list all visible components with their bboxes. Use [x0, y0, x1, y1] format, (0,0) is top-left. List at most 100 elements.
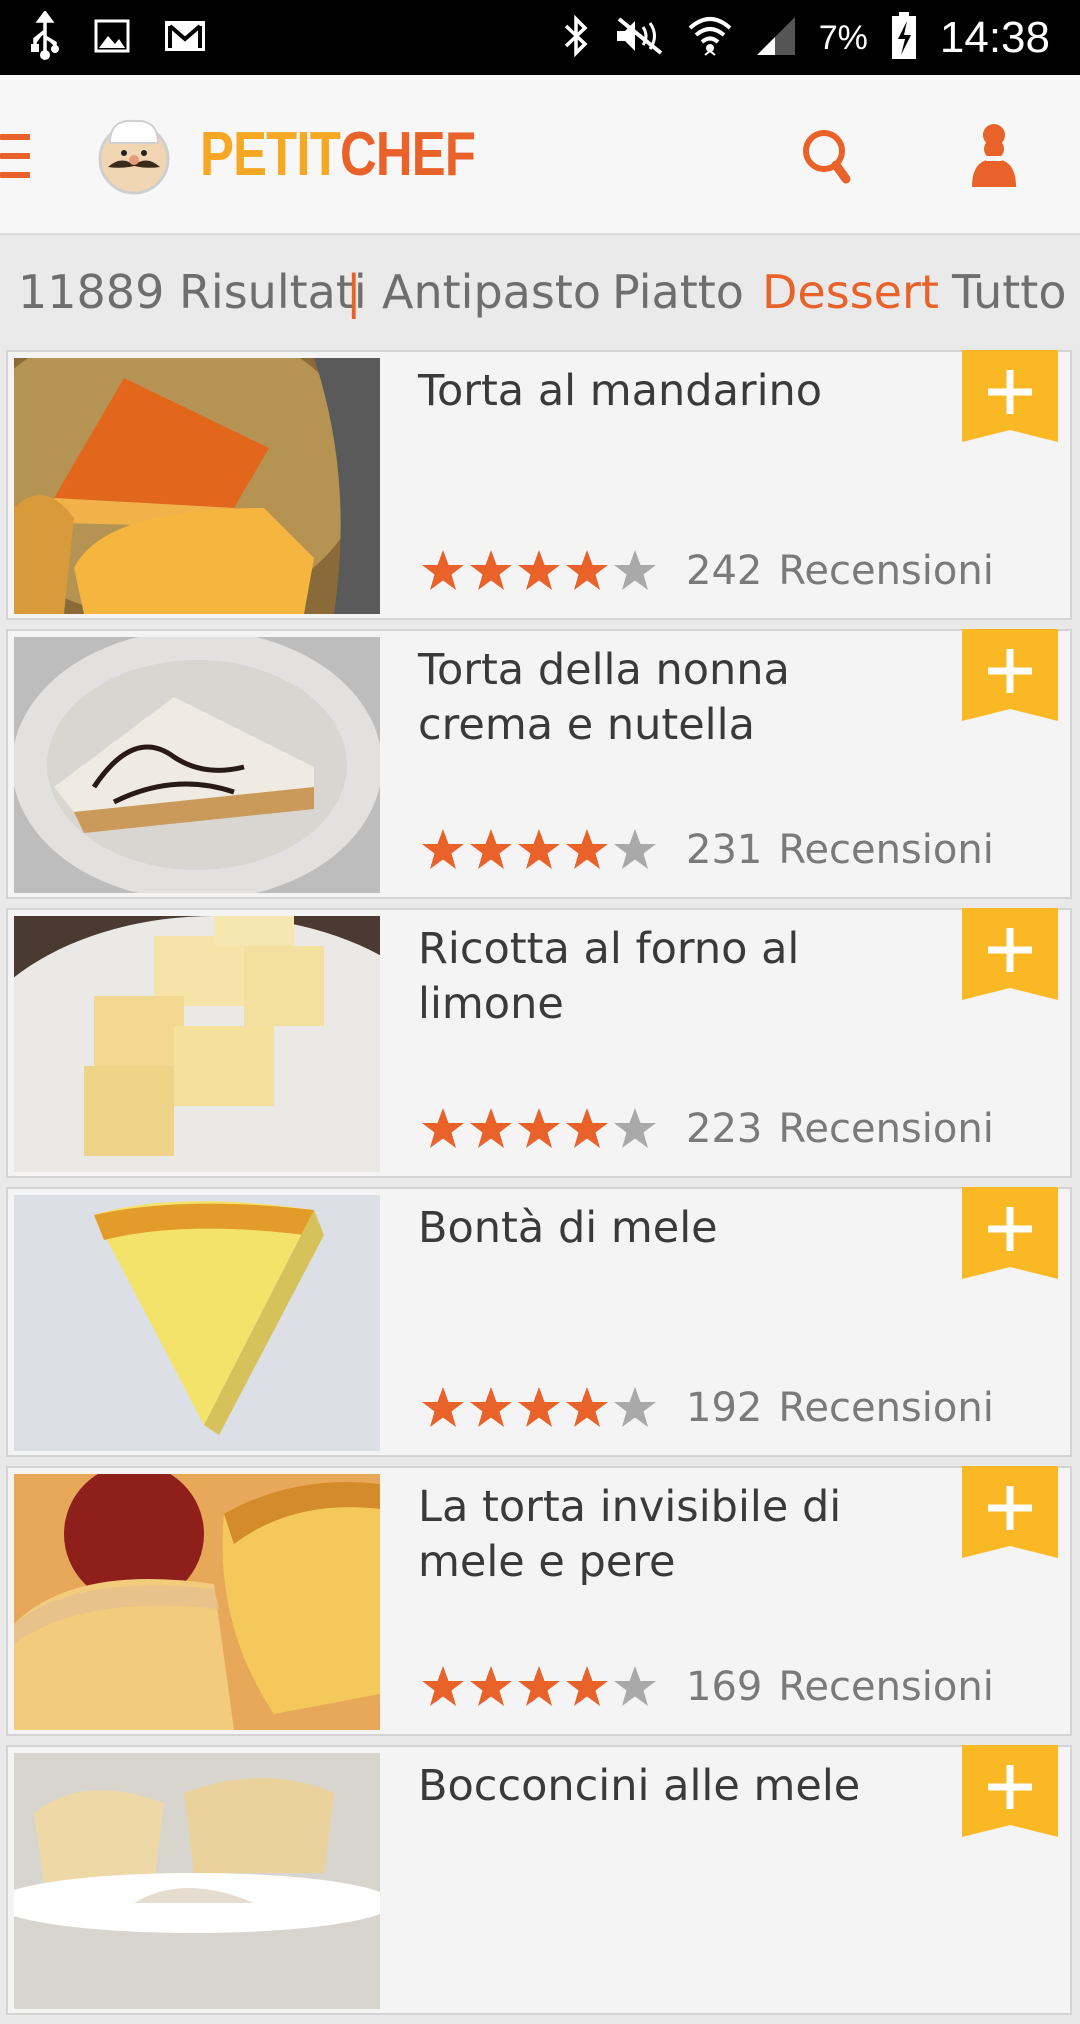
star-empty-icon	[614, 829, 656, 869]
star-filled-icon	[566, 550, 608, 590]
recipe-title[interactable]: Bocconcini alle mele	[418, 1759, 938, 1814]
star-rating	[420, 548, 658, 594]
battery-icon	[890, 11, 918, 65]
recipe-title[interactable]: Bontà di mele	[418, 1201, 938, 1256]
recipe-rating: 231 Recensioni	[420, 827, 994, 873]
star-filled-icon	[518, 829, 560, 869]
star-filled-icon	[422, 550, 464, 590]
star-filled-icon	[422, 1666, 464, 1706]
signal-icon	[755, 15, 797, 61]
star-rating	[420, 1106, 658, 1152]
review-count: 169	[686, 1664, 763, 1710]
recipe-card[interactable]: Ricotta al forno al limone 223 Recension…	[6, 908, 1072, 1178]
star-filled-icon	[566, 1387, 608, 1427]
hamburger-menu-icon[interactable]	[0, 134, 30, 178]
tab-piatto[interactable]: Piatto	[612, 265, 744, 319]
add-to-favorites-button[interactable]	[962, 1187, 1058, 1279]
star-rating	[420, 1664, 658, 1710]
star-empty-icon	[614, 1666, 656, 1706]
logo-petit: PETIT	[200, 120, 341, 189]
recipe-photo[interactable]	[14, 637, 380, 893]
add-to-favorites-button[interactable]	[962, 1745, 1058, 1837]
add-to-favorites-button[interactable]	[962, 629, 1058, 721]
recipe-photo[interactable]	[14, 1474, 380, 1730]
bookmark-plus-icon	[962, 1187, 1058, 1279]
mute-icon	[613, 15, 665, 61]
image-icon	[94, 19, 130, 57]
star-filled-icon	[518, 550, 560, 590]
star-filled-icon	[518, 1666, 560, 1706]
recipe-rating: 223 Recensioni	[420, 1106, 994, 1152]
bluetooth-icon	[561, 12, 591, 64]
review-label: Recensioni	[778, 1106, 994, 1152]
star-filled-icon	[422, 829, 464, 869]
recipe-title[interactable]: Ricotta al forno al limone	[418, 922, 938, 1032]
recipe-card[interactable]: Torta al mandarino 242 Recensioni	[6, 350, 1072, 620]
wifi-icon	[687, 13, 733, 63]
review-label: Recensioni	[778, 1664, 994, 1710]
star-filled-icon	[470, 829, 512, 869]
star-filled-icon	[566, 1108, 608, 1148]
recipe-title[interactable]: Torta al mandarino	[418, 364, 938, 419]
tab-tutto[interactable]: Tutto	[952, 265, 1066, 319]
recipe-photo[interactable]	[14, 916, 380, 1172]
recipe-card[interactable]: Torta della nonna crema e nutella 231 Re…	[6, 629, 1072, 899]
review-label: Recensioni	[778, 1385, 994, 1431]
star-rating	[420, 827, 658, 873]
star-filled-icon	[470, 550, 512, 590]
recipe-title[interactable]: La torta invisibile di mele e pere	[418, 1480, 938, 1590]
add-to-favorites-button[interactable]	[962, 350, 1058, 442]
tab-dessert[interactable]: Dessert	[762, 265, 939, 319]
results-count: 11889 Risultati	[18, 265, 367, 319]
recipe-card[interactable]: Bontà di mele 192 Recensioni	[6, 1187, 1072, 1457]
recipe-rating: 242 Recensioni	[420, 548, 994, 594]
star-rating	[420, 1385, 658, 1431]
battery-percent: 7%	[818, 18, 868, 57]
chef-logo-icon	[94, 115, 174, 195]
review-label: Recensioni	[778, 827, 994, 873]
gmail-icon	[164, 20, 206, 56]
status-bar: 7% 14:38	[0, 0, 1080, 75]
star-filled-icon	[518, 1387, 560, 1427]
recipe-photo[interactable]	[14, 358, 380, 614]
app-logo[interactable]: PETITCHEF	[200, 120, 476, 189]
search-icon[interactable]	[798, 127, 858, 187]
review-label: Recensioni	[778, 548, 994, 594]
recipe-card[interactable]: La torta invisibile di mele e pere 169 R…	[6, 1466, 1072, 1736]
review-count: 223	[686, 1106, 763, 1152]
star-filled-icon	[422, 1108, 464, 1148]
star-filled-icon	[470, 1387, 512, 1427]
recipe-card[interactable]: Bocconcini alle mele	[6, 1745, 1072, 2015]
bookmark-plus-icon	[962, 629, 1058, 721]
user-icon[interactable]	[966, 123, 1022, 189]
review-count: 192	[686, 1385, 763, 1431]
bookmark-plus-icon	[962, 1745, 1058, 1837]
add-to-favorites-button[interactable]	[962, 1466, 1058, 1558]
bookmark-plus-icon	[962, 1466, 1058, 1558]
star-empty-icon	[614, 1387, 656, 1427]
app-header: PETITCHEF	[0, 75, 1080, 235]
recipe-rating: 169 Recensioni	[420, 1664, 994, 1710]
tab-antipasto[interactable]: Antipasto	[382, 265, 601, 319]
star-filled-icon	[566, 829, 608, 869]
clock: 14:38	[939, 13, 1050, 62]
recipe-photo[interactable]	[14, 1753, 380, 2009]
recipe-rating: 192 Recensioni	[420, 1385, 994, 1431]
recipe-list: Torta al mandarino 242 Recensioni Torta …	[6, 350, 1072, 2024]
filter-separator: |	[346, 265, 362, 319]
star-filled-icon	[566, 1666, 608, 1706]
review-count: 231	[686, 827, 763, 873]
bookmark-plus-icon	[962, 908, 1058, 1000]
recipe-photo[interactable]	[14, 1195, 380, 1451]
star-empty-icon	[614, 550, 656, 590]
usb-icon	[30, 9, 60, 65]
recipe-title[interactable]: Torta della nonna crema e nutella	[418, 643, 938, 753]
star-filled-icon	[470, 1108, 512, 1148]
star-filled-icon	[518, 1108, 560, 1148]
review-count: 242	[686, 548, 763, 594]
logo-chef: CHEF	[339, 120, 476, 189]
add-to-favorites-button[interactable]	[962, 908, 1058, 1000]
bookmark-plus-icon	[962, 350, 1058, 442]
star-filled-icon	[422, 1387, 464, 1427]
star-empty-icon	[614, 1108, 656, 1148]
